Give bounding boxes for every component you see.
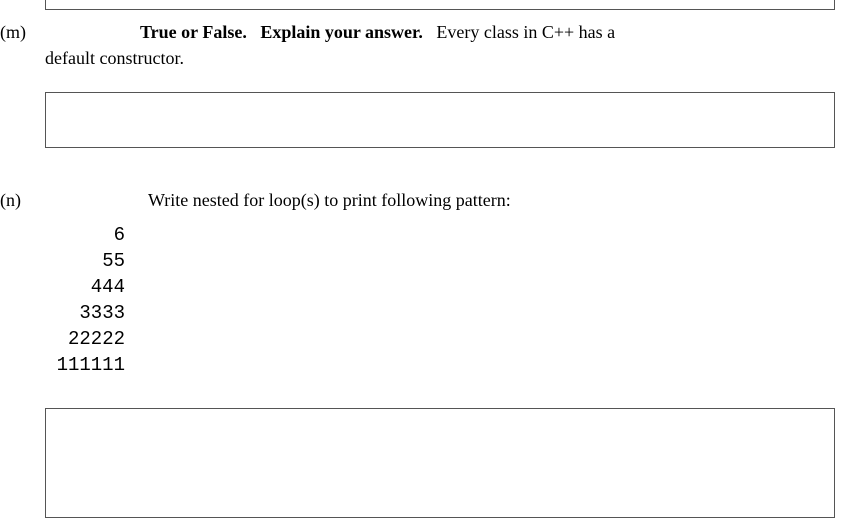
question-m-prompt-line1: True or False. Explain your answer. Ever… (140, 22, 840, 43)
pattern-line-6: 111111 (40, 352, 125, 378)
question-m-bold1: True or False. (140, 22, 247, 42)
pattern-line-4: 3333 (40, 300, 125, 326)
question-m-prompt-line2: default constructor. (45, 48, 184, 69)
question-m-text1: Every class in C++ has a (436, 22, 615, 42)
previous-answer-box-partial[interactable] (45, 0, 835, 10)
pattern-line-2: 55 (40, 248, 125, 274)
question-n-prompt: Write nested for loop(s) to print follow… (148, 190, 511, 211)
pattern-line-3: 444 (40, 274, 125, 300)
question-m-label: (m) (0, 22, 26, 43)
question-m-bold2: Explain your answer. (260, 22, 423, 42)
answer-box-m[interactable] (45, 92, 835, 148)
pattern-line-5: 22222 (40, 326, 125, 352)
pattern-output: 6 55 444 3333 22222 111111 (40, 222, 125, 378)
question-n-label: (n) (0, 190, 21, 211)
pattern-line-1: 6 (40, 222, 125, 248)
answer-box-n[interactable] (45, 408, 835, 518)
